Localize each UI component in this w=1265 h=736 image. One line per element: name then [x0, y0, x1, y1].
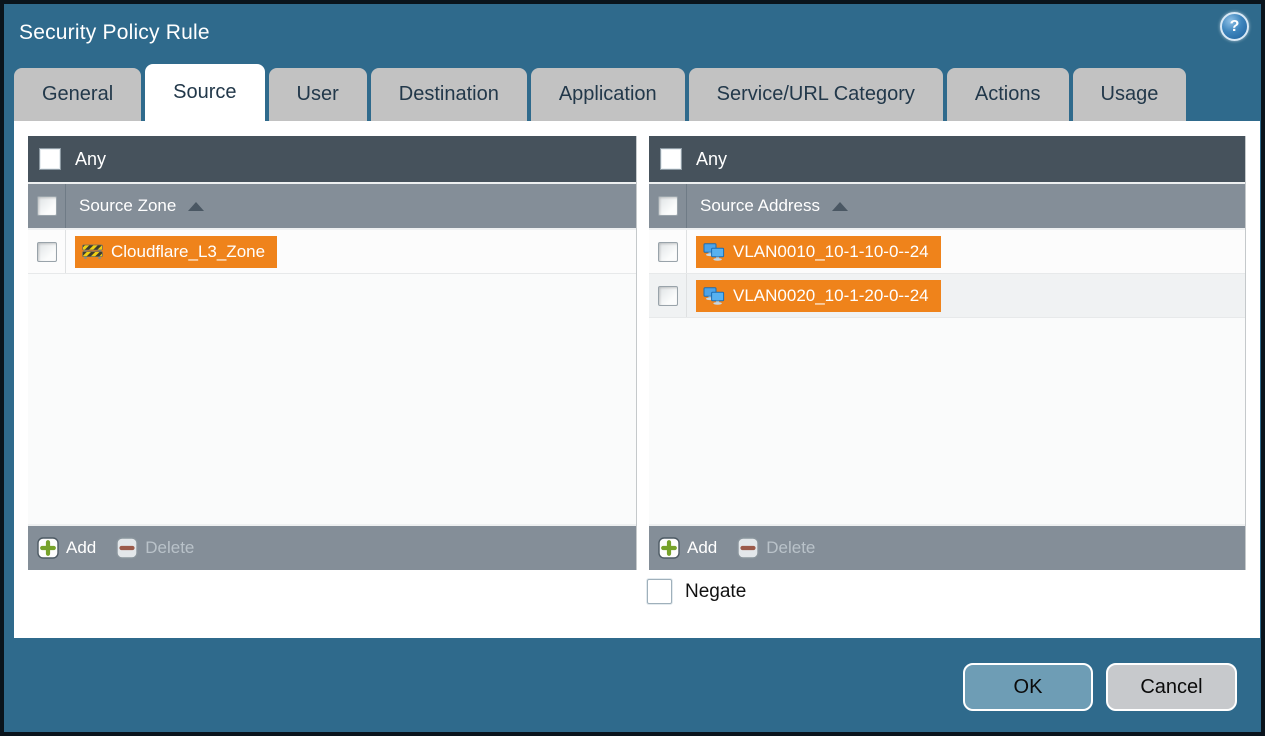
- source-address-any-checkbox[interactable]: [660, 148, 682, 170]
- ok-button[interactable]: OK: [963, 663, 1093, 711]
- row-checkbox[interactable]: [36, 241, 57, 262]
- source-zone-column-header: Source Zone: [28, 184, 636, 230]
- tab-source[interactable]: Source: [145, 64, 265, 121]
- address-entry-label: VLAN0020_10-1-20-0--24: [733, 285, 929, 305]
- add-button[interactable]: Add: [658, 537, 717, 559]
- source-zone-column-label: Source Zone: [79, 196, 177, 215]
- delete-button[interactable]: Delete: [116, 537, 194, 559]
- tab-general[interactable]: General: [14, 68, 142, 121]
- source-address-any-header: Any: [649, 136, 1245, 184]
- address-icon: [703, 286, 725, 305]
- negate-checkbox[interactable]: [647, 579, 672, 604]
- tab-service-url-category[interactable]: Service/URL Category: [688, 68, 943, 121]
- negate-label: Negate: [685, 580, 747, 602]
- negate-control: Negate: [647, 579, 746, 604]
- source-address-column-header: Source Address: [649, 184, 1245, 230]
- table-row[interactable]: Cloudflare_L3_Zone: [28, 230, 636, 274]
- source-address-panel: Any Source Address VLAN0010_10-1-10-0--2…: [649, 136, 1246, 570]
- table-row[interactable]: VLAN0020_10-1-20-0--24: [649, 274, 1245, 318]
- source-address-column-title[interactable]: Source Address: [700, 196, 849, 216]
- delete-minus-icon: [116, 537, 138, 559]
- add-button[interactable]: Add: [37, 537, 96, 559]
- address-icon: [703, 242, 725, 261]
- source-tab-panel: Any Source Zone Cloudflare_L3_Zone Add D…: [14, 121, 1260, 638]
- address-entry-chip[interactable]: VLAN0020_10-1-20-0--24: [696, 279, 941, 312]
- address-entry-chip[interactable]: VLAN0010_10-1-10-0--24: [696, 235, 941, 268]
- row-checkbox[interactable]: [657, 241, 678, 262]
- tab-destination[interactable]: Destination: [370, 68, 527, 121]
- delete-minus-icon: [737, 537, 759, 559]
- add-plus-icon: [37, 537, 59, 559]
- add-button-label: Add: [66, 538, 97, 557]
- delete-button-label: Delete: [145, 538, 195, 557]
- security-policy-rule-dialog: Security Policy Rule ? General Source Us…: [0, 0, 1265, 736]
- zone-entry-chip[interactable]: Cloudflare_L3_Zone: [75, 235, 278, 268]
- source-address-any-label: Any: [696, 148, 728, 169]
- help-icon[interactable]: ?: [1220, 12, 1249, 41]
- source-address-column-label: Source Address: [700, 196, 821, 215]
- source-address-list: VLAN0010_10-1-10-0--24 VLAN0020_10-1-20-…: [649, 230, 1245, 524]
- zone-icon: [82, 244, 103, 260]
- sort-ascending-icon: [832, 201, 849, 211]
- dialog-titlebar: Security Policy Rule: [4, 4, 1261, 62]
- tab-actions[interactable]: Actions: [946, 68, 1069, 121]
- source-zone-column-title[interactable]: Source Zone: [79, 196, 205, 216]
- address-entry-label: VLAN0010_10-1-10-0--24: [733, 241, 929, 261]
- add-button-label: Add: [687, 538, 718, 557]
- tab-user[interactable]: User: [268, 68, 367, 121]
- source-zone-any-checkbox[interactable]: [39, 148, 61, 170]
- source-zone-any-header: Any: [28, 136, 636, 184]
- tab-strip: General Source User Destination Applicat…: [14, 64, 1187, 121]
- source-zone-toolbar: Add Delete: [28, 524, 636, 570]
- tab-usage[interactable]: Usage: [1072, 68, 1187, 121]
- cancel-button[interactable]: Cancel: [1106, 663, 1237, 711]
- tab-application[interactable]: Application: [530, 68, 685, 121]
- add-plus-icon: [658, 537, 680, 559]
- sort-ascending-icon: [188, 201, 205, 211]
- delete-button[interactable]: Delete: [737, 537, 815, 559]
- table-row[interactable]: VLAN0010_10-1-10-0--24: [649, 230, 1245, 274]
- source-zone-list: Cloudflare_L3_Zone: [28, 230, 636, 524]
- row-checkbox[interactable]: [657, 285, 678, 306]
- source-address-toolbar: Add Delete: [649, 524, 1245, 570]
- source-zone-any-label: Any: [75, 148, 107, 169]
- source-address-select-all-checkbox[interactable]: [657, 196, 678, 216]
- delete-button-label: Delete: [766, 538, 816, 557]
- dialog-title: Security Policy Rule: [19, 21, 210, 44]
- source-zone-panel: Any Source Zone Cloudflare_L3_Zone Add D…: [28, 136, 637, 570]
- zone-entry-label: Cloudflare_L3_Zone: [111, 241, 266, 261]
- source-zone-select-all-checkbox[interactable]: [36, 196, 57, 216]
